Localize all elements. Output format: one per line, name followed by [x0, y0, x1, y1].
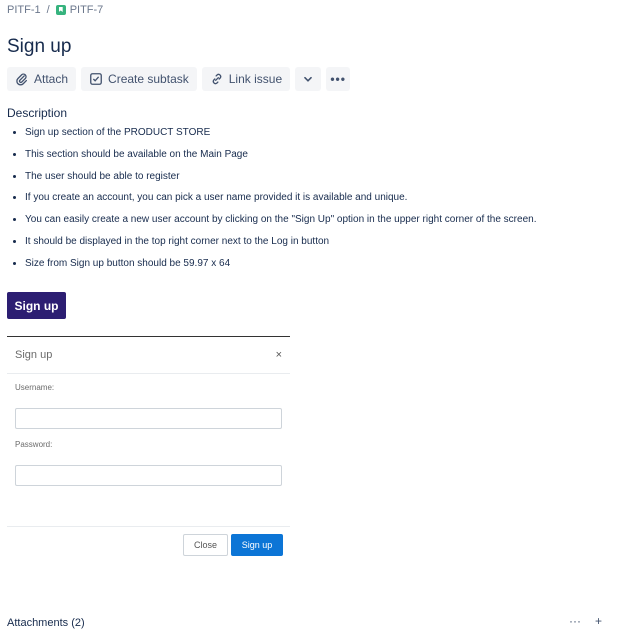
subtask-icon — [90, 73, 102, 85]
breadcrumb-current-label: PITF-7 — [69, 4, 104, 16]
create-subtask-button[interactable]: Create subtask — [81, 67, 197, 91]
more-actions-button[interactable]: ••• — [326, 67, 351, 91]
description-item: If you create an account, you can pick a… — [25, 189, 620, 211]
description-item: Sign up section of the PRODUCT STORE — [25, 124, 620, 146]
attachments-more-button[interactable]: ··· — [569, 614, 581, 628]
description-list: Sign up section of the PRODUCT STORE Thi… — [7, 124, 620, 277]
password-label: Password: — [15, 440, 53, 449]
password-field — [15, 465, 282, 486]
username-label: Username: — [15, 383, 55, 392]
issue-toolbar: Attach Create subtask Link issue ••• — [7, 67, 351, 91]
paperclip-icon — [16, 73, 28, 86]
modal-title: Sign up — [15, 349, 53, 361]
attach-button[interactable]: Attach — [7, 67, 77, 91]
link-issue-dropdown-button[interactable] — [295, 67, 322, 91]
description-item: You can easily create a new user account… — [25, 211, 620, 233]
link-icon — [212, 73, 222, 85]
description-item: Size from Sign up button should be 59.97… — [25, 255, 620, 277]
close-icon: × — [275, 349, 282, 361]
page-title[interactable]: Sign up — [7, 36, 71, 58]
link-issue-label: Link issue — [228, 72, 283, 86]
modal-header: Sign up × — [7, 337, 290, 374]
description-item: The user should be able to register — [25, 168, 620, 190]
modal-sign-up-button: Sign up — [231, 534, 283, 556]
modal-close-button: Close — [183, 534, 228, 556]
breadcrumb-parent-link[interactable]: PITF-1 — [7, 4, 41, 16]
username-field — [15, 408, 282, 429]
chevron-down-icon — [304, 76, 312, 82]
attachments-add-button[interactable]: + — [595, 614, 602, 628]
create-subtask-label: Create subtask — [108, 72, 189, 86]
sign-up-modal-image: Sign up × Username: Password: Close Sign… — [7, 336, 290, 565]
breadcrumb: PITF-1 / PITF-7 — [7, 4, 103, 16]
story-icon — [55, 5, 66, 15]
description-item: It should be displayed in the top right … — [25, 233, 620, 255]
attach-label: Attach — [34, 72, 69, 86]
link-issue-button[interactable]: Link issue — [201, 67, 291, 91]
sample-sign-up-button: Sign up — [7, 292, 66, 319]
breadcrumb-separator: / — [46, 4, 50, 16]
description-item: This section should be available on the … — [25, 146, 620, 168]
attachments-actions: ··· + — [569, 614, 602, 628]
breadcrumb-current-link[interactable]: PITF-7 — [55, 4, 104, 16]
attachments-heading[interactable]: Attachments (2) — [7, 617, 85, 629]
modal-footer-divider — [7, 526, 290, 527]
description-label: Description — [7, 106, 68, 120]
